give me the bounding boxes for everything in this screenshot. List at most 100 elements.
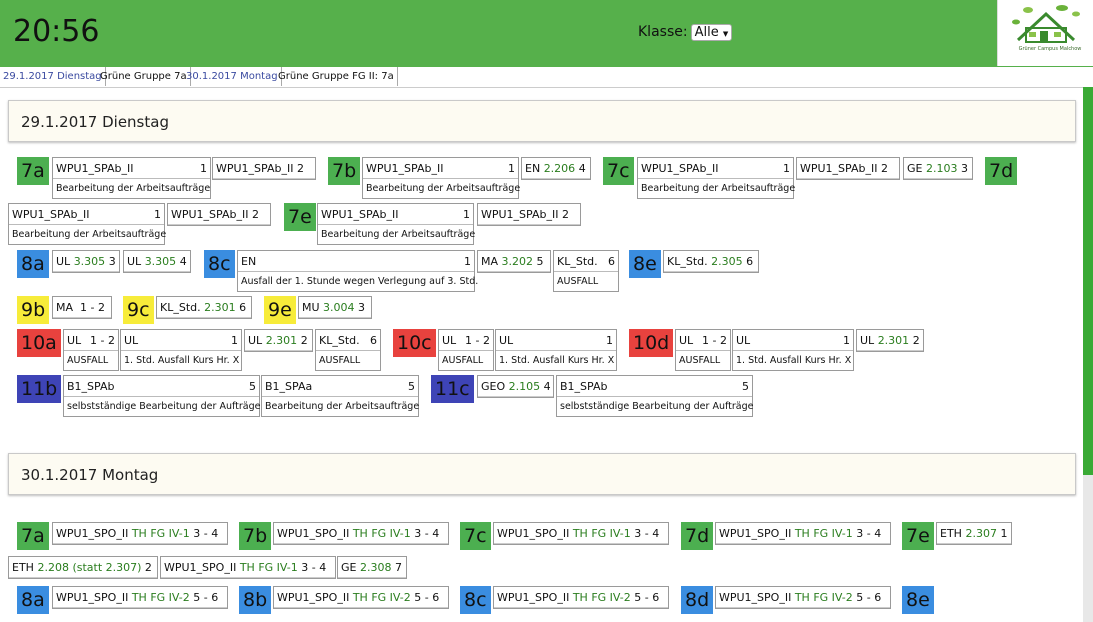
entry-subject: WPU1_SPO_II: [497, 591, 570, 604]
substitution-entry: MA 1 - 2: [52, 296, 112, 319]
entry-note: Bearbeitung der Arbeitsaufträge: [366, 183, 521, 194]
substitution-entry: UL 1 - 2 AUSFALL: [675, 329, 731, 371]
substitution-entry: WPU1_SPAb_II 2: [212, 157, 316, 180]
substitution-entry: WPU1_SPAb_II 2: [796, 157, 900, 180]
substitution-entry: UL 1 - 2 AUSFALL: [438, 329, 494, 371]
entry-subject: B1_SPAb: [560, 380, 608, 393]
day-panel: 30.1.2017 Montag: [8, 453, 1076, 495]
entry-subject: UL: [127, 255, 142, 268]
entry-note: AUSFALL: [67, 355, 109, 366]
substitution-entry: EN 2.206 4: [521, 157, 591, 180]
entry-hour: 5 - 6: [856, 591, 882, 604]
substitution-entry: GE 2.103 3: [903, 157, 973, 180]
entry-hour: 7: [394, 561, 402, 574]
entry-room: 3.004: [323, 301, 355, 314]
substitution-entry: UL 1 1. Std. Ausfall Kurs Hr. X: [120, 329, 242, 371]
class-badge: 9b: [17, 296, 50, 324]
scrollbar-thumb[interactable]: [1083, 87, 1093, 475]
entry-hour: 2: [144, 561, 152, 574]
entry-hour: 1: [463, 208, 470, 221]
entry-subject: KL_Std.: [319, 334, 360, 347]
entry-teacher: TH FG IV-2: [572, 591, 631, 604]
entry-subject: WPU1_SPAb_II: [481, 208, 559, 221]
entry-subject: WPU1_SPAb_II: [56, 162, 134, 175]
tab-day2[interactable]: 30.1.2017 Montag: [183, 67, 282, 86]
substitution-entry: WPU1_SPAb_II 1 Bearbeitung der Arbeitsauf…: [362, 157, 521, 199]
entry-hour: 3 - 4: [301, 561, 327, 574]
entry-hour: 4: [543, 380, 551, 393]
class-badge: 8a: [17, 250, 49, 278]
entry-hour: 1: [843, 334, 850, 347]
entry-room: 2.103: [925, 162, 958, 175]
entry-subject: WPU1_SPO_II: [719, 527, 792, 540]
entry-subject: WPU1_SPAb_II: [216, 162, 294, 175]
class-badge: 8a: [17, 586, 49, 614]
class-badge: 7b: [328, 157, 361, 185]
entry-teacher: 2.307: [965, 527, 997, 540]
entry-hour: 1: [508, 162, 515, 175]
clock: 20:56: [13, 14, 100, 49]
entry-teacher: TH FG IV-1: [239, 561, 298, 574]
day-title: 30.1.2017 Montag: [21, 466, 159, 484]
class-badge: 7e: [902, 522, 934, 550]
entry-note: AUSFALL: [679, 355, 721, 366]
klasse-label: Klasse:: [638, 24, 688, 40]
entry-teacher: TH FG IV-2: [794, 591, 853, 604]
entry-hour: 1: [231, 334, 238, 347]
class-badge: 7c: [603, 157, 634, 185]
class-badge: 8e: [902, 586, 934, 614]
entry-subject: B1_SPAb: [67, 380, 115, 393]
entry-subject: WPU1_SPO_II: [497, 527, 570, 540]
entry-hour: 1: [606, 334, 613, 347]
entry-note: selbstständige Bearbeitung der Aufträge: [67, 401, 261, 412]
entry-room: 2.105: [508, 380, 541, 393]
tab-group-7a[interactable]: Grüne Gruppe 7a: [97, 67, 191, 86]
entry-room: 2.301: [204, 301, 236, 314]
substitution-entry: KL_Std. 2.305 6: [663, 250, 759, 273]
entry-hour: 5: [742, 380, 749, 393]
entry-subject: WPU1_SPAb_II: [800, 162, 878, 175]
day-panel: 29.1.2017 Dienstag: [8, 100, 1076, 142]
entry-hour: 3: [960, 162, 968, 175]
entry-note: Bearbeitung der Arbeitsaufträge: [265, 401, 420, 412]
entry-subject: KL_Std.: [667, 255, 708, 268]
entry-subject: KL_Std.: [160, 301, 201, 314]
substitution-entry: UL 3.305 4: [123, 250, 191, 273]
substitution-entry: UL 3.305 3: [52, 250, 120, 273]
entry-room: 2.206: [543, 162, 576, 175]
entry-room: 2.301: [265, 334, 298, 347]
entry-subject: GE: [907, 162, 923, 175]
substitution-entry: WPU1_SPO_II TH FG IV-1 3 - 4: [273, 522, 449, 545]
substitution-entry: WPU1_SPAb_II 1 Bearbeitung der Arbeitsauf…: [637, 157, 795, 199]
entry-teacher: 2.208 (statt 2.307): [37, 561, 142, 574]
entry-room: 2.305: [711, 255, 743, 268]
entry-subject: UL: [860, 334, 875, 347]
tab-day1[interactable]: 29.1.2017 Dienstag: [0, 67, 106, 86]
entry-hour: 3 - 4: [634, 527, 660, 540]
entry-subject: WPU1_SPO_II: [56, 591, 129, 604]
entry-hour: 1: [1000, 527, 1008, 540]
entry-subject: UL: [679, 334, 694, 347]
entry-teacher: 2.308: [359, 561, 392, 574]
entry-subject: UL: [67, 334, 82, 347]
substitution-entry: WPU1_SPAb_II 1 Bearbeitung der Arbeitsauf…: [52, 157, 211, 199]
entry-subject: UL: [56, 255, 71, 268]
entry-subject: WPU1_SPAb_II: [12, 208, 90, 221]
tab-group-fg2[interactable]: Grüne Gruppe FG II: 7a: [275, 67, 398, 86]
entry-teacher: TH FG IV-1: [131, 527, 190, 540]
substitution-entry: B1_SPAb 5 selbstständige Bearbeitung der …: [556, 375, 753, 417]
entry-teacher: TH FG IV-2: [131, 591, 190, 604]
substitution-entry: B1_SPAa 5 Bearbeitung der Arbeitsaufträge: [261, 375, 419, 417]
entry-subject: GEO: [481, 380, 506, 393]
substitution-entry: UL 2.301 2: [244, 329, 313, 352]
entry-hour: 2: [912, 334, 920, 347]
entry-note: AUSFALL: [557, 276, 599, 287]
klasse-select[interactable]: Alle ▼: [690, 24, 733, 41]
entry-note: Bearbeitung der Arbeitsaufträge: [321, 229, 476, 240]
entry-subject: GE: [341, 561, 357, 574]
entry-hour: 1 - 2: [702, 334, 727, 347]
entry-subject: UL: [248, 334, 263, 347]
entry-room: 3.202: [501, 255, 534, 268]
substitution-entry: KL_Std. 6 AUSFALL: [315, 329, 381, 371]
entry-hour: 5 - 6: [193, 591, 219, 604]
